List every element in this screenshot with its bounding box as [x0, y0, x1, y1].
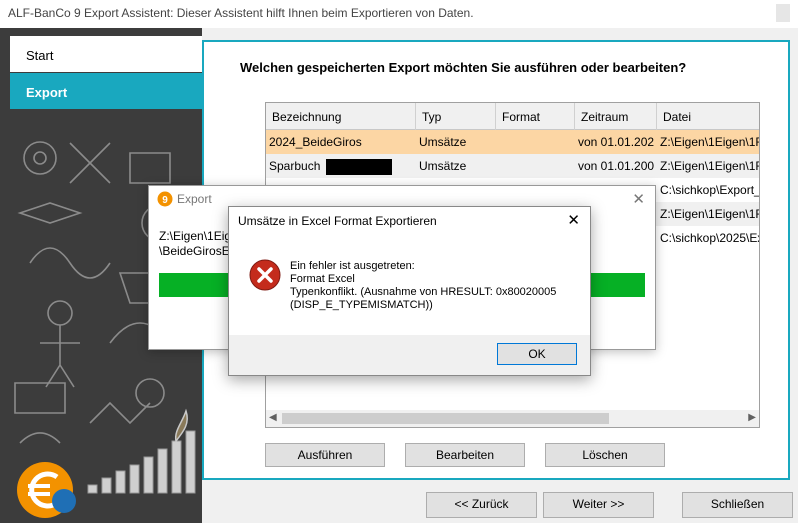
table-row[interactable]: Sparbuch Umsätze von 01.01.200 Z:\Eigen\…: [266, 154, 759, 178]
ok-button[interactable]: OK: [497, 343, 577, 365]
cell-format: [496, 154, 575, 178]
edit-button[interactable]: Bearbeiten: [405, 443, 525, 467]
window-title: ALF-BanCo 9 Export Assistent: Dieser Ass…: [8, 6, 474, 20]
app-icon: 9: [157, 191, 173, 207]
export-question-label: Welchen gespeicherten Export möchten Sie…: [240, 60, 687, 75]
app-icon-text: 9: [162, 195, 168, 206]
sidebar-item-export[interactable]: Export: [10, 73, 202, 109]
error-message-line: Typenkonflikt. (Ausnahme von HRESULT: 0x…: [290, 286, 557, 298]
export-dialog-title: Export: [177, 192, 212, 206]
error-message: Ein fehler ist ausgetreten: Format Excel…: [290, 260, 580, 312]
redaction-bar: [325, 159, 392, 175]
sidebar-item-start[interactable]: Start: [10, 36, 202, 72]
horizontal-scrollbar[interactable]: ◀ ▶: [266, 410, 759, 427]
close-button[interactable]: Schließen: [682, 492, 793, 518]
error-message-line: (DISP_E_TYPEMISMATCH)): [290, 299, 433, 311]
error-message-line: Ein fehler ist ausgetreten:: [290, 260, 415, 272]
delete-button[interactable]: Löschen: [545, 443, 665, 467]
scrollbar-thumb[interactable]: [282, 413, 609, 424]
cell-zeitraum: von 01.01.202: [578, 135, 655, 149]
column-header-zeitraum[interactable]: Zeitraum: [575, 103, 657, 130]
execute-button[interactable]: Ausführen: [265, 443, 385, 467]
back-button[interactable]: << Zurück: [426, 492, 537, 518]
column-header-bezeichnung[interactable]: Bezeichnung: [266, 103, 416, 130]
column-header-datei[interactable]: Datei: [657, 103, 759, 130]
title-bar: ALF-BanCo 9 Export Assistent: Dieser Ass…: [0, 0, 798, 28]
close-icon[interactable]: ✕: [632, 190, 645, 208]
table-row[interactable]: 2024_BeideGiros Umsätze von 01.01.202 Z:…: [266, 130, 759, 154]
cell-datei: Z:\Eigen\1Eigen\1F: [660, 159, 760, 173]
scroll-right-icon[interactable]: ▶: [748, 412, 756, 423]
grid-header: Bezeichnung Typ Format Zeitraum Datei: [266, 103, 759, 130]
cell-datei: C:\sichkop\2025\Ex: [660, 231, 760, 245]
error-dialog-title: Umsätze in Excel Format Exportieren: [238, 214, 437, 228]
column-header-format[interactable]: Format: [496, 103, 575, 130]
next-button[interactable]: Weiter >>: [543, 492, 654, 518]
cell-typ: Umsätze: [419, 159, 467, 173]
cell-datei: Z:\Eigen\1Eigen\1F: [660, 135, 760, 149]
alf-banco-logo: [17, 462, 76, 518]
cell-bezeichnung: 2024_BeideGiros: [269, 135, 362, 149]
error-icon: [249, 259, 281, 291]
cell-format: [496, 130, 575, 154]
error-dialog: Umsätze in Excel Format Exportieren ✕ Ei…: [228, 206, 591, 376]
close-icon[interactable]: ✕: [567, 211, 580, 229]
error-dialog-footer: OK: [229, 335, 590, 375]
column-header-typ[interactable]: Typ: [416, 103, 496, 130]
cell-datei: C:\sichkop\Export_: [660, 183, 760, 197]
window-close-button[interactable]: [776, 4, 790, 22]
cell-datei: Z:\Eigen\1Eigen\1F: [660, 207, 760, 221]
export-file-path: Z:\Eigen\1Eig \BeideGirosE: [159, 229, 232, 258]
error-message-line: Format Excel: [290, 273, 355, 285]
cell-bezeichnung: Sparbuch: [266, 154, 416, 178]
cell-typ: Umsätze: [419, 135, 467, 149]
cell-bezeichnung-text: Sparbuch: [269, 159, 324, 174]
cell-zeitraum: von 01.01.200: [578, 159, 655, 173]
scroll-left-icon[interactable]: ◀: [269, 412, 277, 423]
